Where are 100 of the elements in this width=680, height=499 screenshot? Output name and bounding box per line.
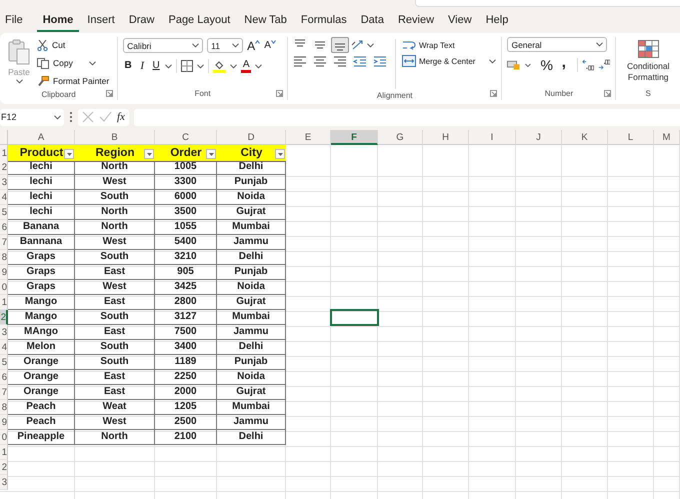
row-header[interactable]: 0 [0,430,8,445]
column-header[interactable]: B [75,130,155,145]
menu-tab[interactable]: Insert [81,10,121,32]
name-box[interactable]: F12 [0,108,64,126]
filter-button[interactable] [144,149,154,159]
format-painter-button[interactable]: Format Painter [37,73,110,89]
menu-tab[interactable]: Data [354,10,390,32]
orientation-icon[interactable] [350,39,365,51]
row-header[interactable]: 6 [0,370,8,385]
menu-tab[interactable]: New Tab [238,10,293,32]
table-cell: East [75,325,155,340]
column-header[interactable]: E [286,130,331,145]
row-header[interactable]: 9 [0,265,8,280]
table-cell: Noida [217,190,286,205]
bold-button[interactable]: B [123,59,134,73]
row-header[interactable]: 8 [0,400,8,415]
italic-button[interactable]: I [137,59,148,73]
table-cell: 1005 [155,160,217,175]
row-header[interactable]: 3 [0,475,8,490]
accounting-icon[interactable] [507,59,521,71]
menu-tab[interactable]: Help [480,10,514,32]
grow-font-button[interactable]: A [247,38,260,52]
conditional-formatting-button[interactable]: Conditional Formatting [616,37,680,86]
copy-button[interactable]: Copy [37,55,110,71]
dialog-launcher-icon[interactable] [490,90,498,97]
dialog-launcher-icon[interactable] [604,90,612,97]
conditional-formatting-icon [638,40,659,58]
more-icon[interactable] [69,111,73,123]
row-header[interactable]: 3 [0,325,8,340]
table-cell: East [75,295,155,310]
underline-button[interactable]: U [151,59,162,73]
row-header[interactable]: 2 [0,160,8,175]
row-header[interactable]: 4 [0,190,8,205]
column-header[interactable]: K [562,130,608,145]
column-header[interactable]: C [155,130,217,145]
font-name-dropdown[interactable]: Calibri [123,38,204,53]
insert-function-button[interactable]: fx [117,111,125,123]
fill-color-icon[interactable] [213,60,226,72]
row-header[interactable]: 4 [0,340,8,355]
selected-cell[interactable] [331,310,378,325]
column-header[interactable]: D [217,130,286,145]
merge-center-button[interactable]: Merge & Center [402,53,496,69]
wrap-text-button[interactable]: Wrap Text [402,37,496,53]
column-header[interactable]: M [654,130,680,145]
number-format-dropdown[interactable]: General [507,37,608,52]
table-cell: 7500 [155,325,217,340]
dialog-launcher-icon[interactable] [106,90,114,97]
row-header[interactable]: 9 [0,415,8,430]
row-header[interactable]: 7 [0,235,8,250]
check-icon[interactable] [99,111,112,123]
menu-tab[interactable]: View [442,10,478,32]
group-label: Clipboard [41,90,76,99]
table-cell: Punjab [217,265,286,280]
font-size-dropdown[interactable]: 11 [207,38,244,53]
menu-tab[interactable]: Review [392,10,440,32]
column-header[interactable]: I [469,130,516,145]
column-header[interactable]: L [608,130,654,145]
caret-icon [54,114,61,120]
menu-tab[interactable]: Page Layout [162,10,236,32]
row-header[interactable]: 8 [0,250,8,265]
table-cell: 3400 [155,340,217,355]
table-cell: Banana [8,220,75,235]
column-header[interactable]: G [378,130,423,145]
row-header[interactable]: 3 [0,175,8,190]
shrink-font-button[interactable]: A [264,38,276,52]
group-label: Alignment [376,91,412,100]
menu-tab[interactable]: File [0,10,29,32]
row-header[interactable]: 0 [0,280,8,295]
table-cell: Jammu [217,235,286,250]
row-header[interactable]: 1 [0,295,8,310]
paintbrush-icon [37,76,49,86]
borders-icon[interactable] [181,60,194,72]
row-header[interactable]: 5 [0,205,8,220]
filter-button[interactable] [64,149,74,159]
decimal-icon[interactable] [582,58,594,72]
column-header[interactable]: J [516,130,562,145]
align-icon[interactable] [330,37,349,53]
table-cell: Jammu [217,325,286,340]
percent-button[interactable]: % [540,58,551,72]
table-cell: 905 [155,265,217,280]
column-header[interactable]: F [331,130,378,145]
menu-tab[interactable]: Formulas [294,10,353,32]
row-header[interactable]: 5 [0,355,8,370]
comma-style-button[interactable]: , [558,58,569,72]
row-header[interactable]: 7 [0,385,8,400]
row-header[interactable]: 6 [0,220,8,235]
font-color-button[interactable]: A [241,59,252,73]
cut-button[interactable]: Cut [37,37,110,53]
caret-icon [197,64,204,68]
caret-icon [278,152,282,156]
row-header[interactable]: 2 [0,310,8,325]
filter-button[interactable] [275,149,285,159]
decimal-icon[interactable] [598,58,610,72]
menu-tab[interactable]: Draw [122,10,160,32]
dialog-launcher-icon[interactable] [276,90,283,97]
column-header[interactable]: H [423,130,469,145]
row-header[interactable]: 1 [0,445,8,460]
row-header[interactable]: 2 [0,460,8,475]
filter-button[interactable] [206,149,216,159]
column-header[interactable]: A [8,130,75,145]
